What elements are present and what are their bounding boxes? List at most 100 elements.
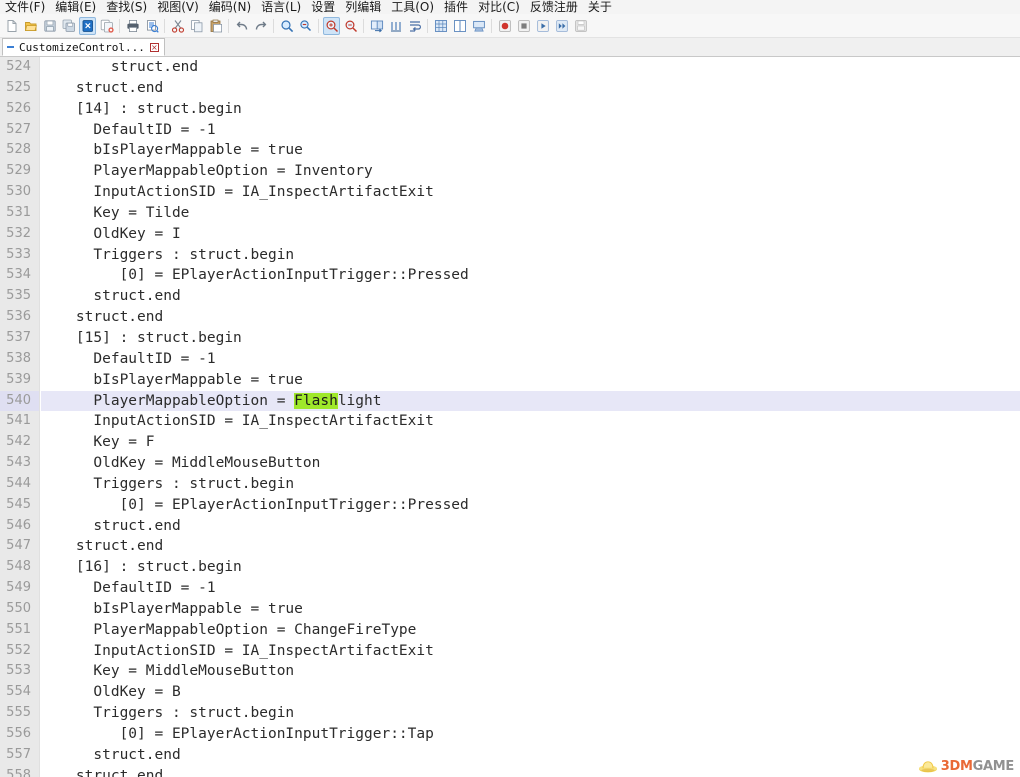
- macro-run-multiple-icon[interactable]: [553, 17, 570, 35]
- user-defined-language-icon[interactable]: [470, 17, 487, 35]
- tab-label: CustomizeControl...: [19, 40, 145, 54]
- menu-language[interactable]: 语言(L): [256, 1, 306, 14]
- code-line[interactable]: OldKey = I: [41, 224, 1020, 245]
- print-preview-icon[interactable]: [143, 17, 160, 35]
- code-line[interactable]: Triggers : struct.begin: [41, 703, 1020, 724]
- code-line[interactable]: PlayerMappableOption = ChangeFireType: [41, 620, 1020, 641]
- undo-icon[interactable]: [233, 17, 250, 35]
- code-line[interactable]: [14] : struct.begin: [41, 99, 1020, 120]
- menu-compare[interactable]: 对比(C): [473, 1, 525, 14]
- code-line[interactable]: struct.end: [41, 307, 1020, 328]
- line-number: 539: [6, 371, 31, 387]
- tab-close-icon[interactable]: ×: [149, 42, 159, 52]
- search-match-highlight: Flash: [294, 392, 338, 409]
- code-line[interactable]: struct.end: [41, 766, 1020, 777]
- line-number-gutter: 524 525 526 527 528 529 530 531 532 533 534 535 536 5…: [0, 57, 40, 777]
- new-file-icon[interactable]: [3, 17, 20, 35]
- menu-column-edit[interactable]: 列编辑: [340, 1, 386, 14]
- zoom-out-icon[interactable]: [342, 17, 359, 35]
- menu-tools[interactable]: 工具(O): [386, 1, 439, 14]
- menu-view[interactable]: 视图(V): [152, 1, 204, 14]
- code-line[interactable]: struct.end: [41, 536, 1020, 557]
- menu-search[interactable]: 查找(S): [101, 1, 152, 14]
- code-line[interactable]: InputActionSID = IA_InspectArtifactExit: [41, 641, 1020, 662]
- editor-area[interactable]: 524 525 526 527 528 529 530 531 532 533 534 535 536 5…: [0, 57, 1020, 777]
- code-line[interactable]: Triggers : struct.begin: [41, 474, 1020, 495]
- menu-feedback-register[interactable]: 反馈注册: [525, 1, 583, 14]
- word-wrap-icon[interactable]: [406, 17, 423, 35]
- menu-about[interactable]: 关于: [583, 1, 617, 14]
- cut-icon[interactable]: [169, 17, 186, 35]
- menu-encoding[interactable]: 编码(N): [204, 1, 256, 14]
- line-number: 535: [6, 288, 31, 304]
- menu-edit[interactable]: 编辑(E): [50, 1, 101, 14]
- show-indent-guide-icon[interactable]: [451, 17, 468, 35]
- line-number: 557: [6, 746, 31, 762]
- line-number: 536: [6, 309, 31, 325]
- menu-plugins[interactable]: 插件: [439, 1, 473, 14]
- code-line[interactable]: DefaultID = -1: [41, 578, 1020, 599]
- line-number: 550: [6, 600, 31, 616]
- find-icon[interactable]: [278, 17, 295, 35]
- toolbar-separator: [488, 17, 495, 35]
- code-line[interactable]: PlayerMappableOption = Inventory: [41, 161, 1020, 182]
- redo-icon[interactable]: [252, 17, 269, 35]
- code-line[interactable]: Triggers : struct.begin: [41, 245, 1020, 266]
- line-number: 540: [0, 390, 39, 412]
- save-all-icon[interactable]: [60, 17, 77, 35]
- code-line[interactable]: [15] : struct.begin: [41, 328, 1020, 349]
- sync-horizontal-scroll-icon[interactable]: [387, 17, 404, 35]
- line-number: 527: [6, 121, 31, 137]
- macro-stop-icon[interactable]: [515, 17, 532, 35]
- macro-save-icon[interactable]: [572, 17, 589, 35]
- save-icon[interactable]: [41, 17, 58, 35]
- code-line[interactable]: bIsPlayerMappable = true: [41, 140, 1020, 161]
- code-line[interactable]: Key = MiddleMouseButton: [41, 661, 1020, 682]
- close-all-documents-icon[interactable]: [98, 17, 115, 35]
- tab-customizecontrol[interactable]: CustomizeControl... ×: [2, 38, 165, 56]
- code-line[interactable]: InputActionSID = IA_InspectArtifactExit: [41, 411, 1020, 432]
- zoom-in-icon[interactable]: [323, 16, 340, 35]
- paste-icon[interactable]: [207, 17, 224, 35]
- code-line[interactable]: bIsPlayerMappable = true: [41, 370, 1020, 391]
- code-line[interactable]: struct.end: [41, 745, 1020, 766]
- show-all-characters-icon[interactable]: [432, 17, 449, 35]
- code-line[interactable]: [0] = EPlayerActionInputTrigger::Pressed: [41, 265, 1020, 286]
- line-number: 551: [6, 621, 31, 637]
- code-line[interactable]: [0] = EPlayerActionInputTrigger::Tap: [41, 724, 1020, 745]
- replace-icon[interactable]: [297, 17, 314, 35]
- code-line[interactable]: PlayerMappableOption = Flashlight: [41, 390, 1020, 412]
- code-line[interactable]: bIsPlayerMappable = true: [41, 599, 1020, 620]
- code-line[interactable]: struct.end: [41, 286, 1020, 307]
- line-number: 543: [6, 455, 31, 471]
- code-line[interactable]: struct.end: [41, 78, 1020, 99]
- open-file-icon[interactable]: [22, 17, 39, 35]
- toolbar-separator: [270, 17, 277, 35]
- tab-bar: CustomizeControl... ×: [0, 38, 1020, 57]
- code-text-area[interactable]: struct.end struct.end [14] : struct.begi…: [41, 57, 1020, 777]
- menu-settings[interactable]: 设置: [306, 1, 340, 14]
- code-line[interactable]: OldKey = MiddleMouseButton: [41, 453, 1020, 474]
- code-line[interactable]: [16] : struct.begin: [41, 557, 1020, 578]
- code-line[interactable]: InputActionSID = IA_InspectArtifactExit: [41, 182, 1020, 203]
- code-line[interactable]: [0] = EPlayerActionInputTrigger::Pressed: [41, 495, 1020, 516]
- macro-playback-icon[interactable]: [534, 17, 551, 35]
- menu-file[interactable]: 文件(F): [0, 1, 50, 14]
- copy-icon[interactable]: [188, 17, 205, 35]
- close-document-icon[interactable]: [79, 16, 96, 35]
- code-line[interactable]: Key = Tilde: [41, 203, 1020, 224]
- code-line[interactable]: Key = F: [41, 432, 1020, 453]
- line-number: 547: [6, 538, 31, 554]
- print-icon[interactable]: [124, 17, 141, 35]
- toolbar-separator: [161, 17, 168, 35]
- code-line[interactable]: DefaultID = -1: [41, 120, 1020, 141]
- code-line[interactable]: OldKey = B: [41, 682, 1020, 703]
- line-number: 533: [6, 246, 31, 262]
- code-line[interactable]: DefaultID = -1: [41, 349, 1020, 370]
- code-line[interactable]: struct.end: [41, 516, 1020, 537]
- code-line[interactable]: struct.end: [41, 57, 1020, 78]
- sync-vertical-scroll-icon[interactable]: [368, 17, 385, 35]
- line-number: 530: [6, 184, 31, 200]
- macro-record-icon[interactable]: [496, 17, 513, 35]
- notepadpp-window: 文件(F) 编辑(E) 查找(S) 视图(V) 编码(N) 语言(L) 设置 列编辑 工具(O)…: [0, 0, 1020, 777]
